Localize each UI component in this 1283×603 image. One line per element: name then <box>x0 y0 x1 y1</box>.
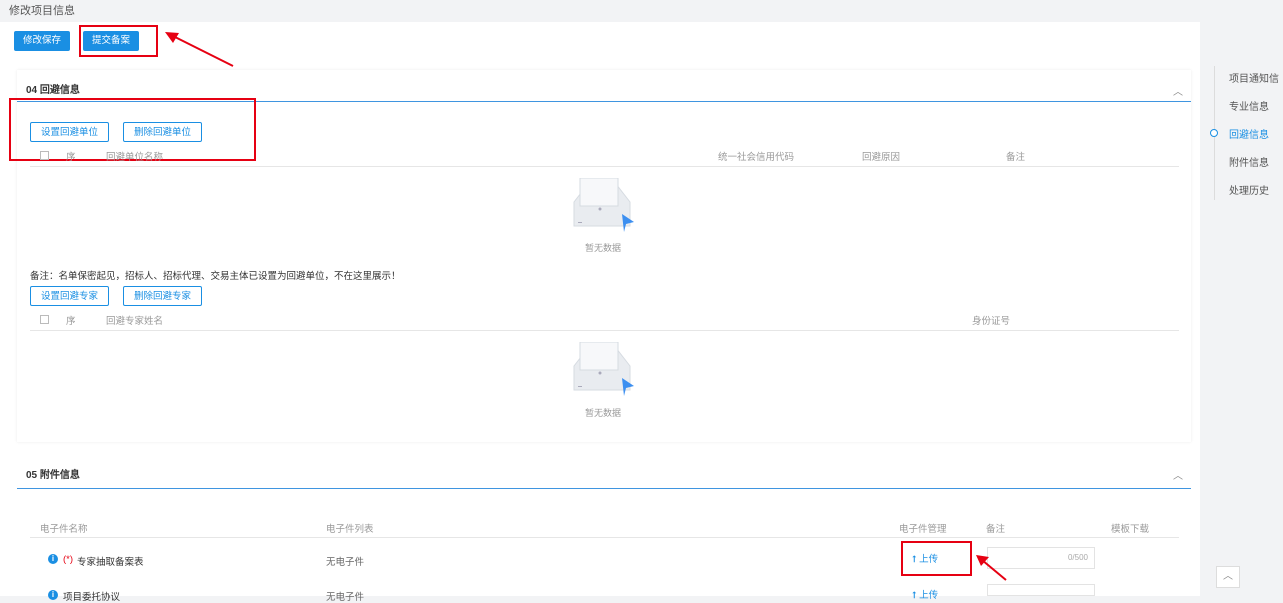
column-header-template: 模板下载 <box>1111 524 1150 535</box>
select-all-checkbox[interactable] <box>40 315 49 324</box>
column-header-file-name: 电子件名称 <box>40 524 88 535</box>
column-header-unit-name: 回避单位名称 <box>106 152 164 163</box>
save-button[interactable]: 修改保存 <box>14 31 71 51</box>
table-header-divider <box>30 166 1179 167</box>
page-title: 修改项目信息 <box>9 5 75 17</box>
delete-avoid-expert-button[interactable]: 删除回避专家 <box>123 286 203 306</box>
column-header-file-manage: 电子件管理 <box>899 524 947 535</box>
chevron-up-icon[interactable]: ︿ <box>1173 467 1183 482</box>
chevron-up-icon: ︿ <box>1223 571 1233 582</box>
empty-inbox-icon <box>573 342 634 396</box>
attachment-list: 无电子件 <box>326 592 365 603</box>
select-all-checkbox[interactable] <box>40 151 49 160</box>
column-header-index: 序 <box>66 316 76 327</box>
section-title-avoid: 04 回避信息 <box>26 85 80 96</box>
column-header-reason: 回避原因 <box>862 152 901 163</box>
upload-button[interactable]: ⭡ 上传 <box>912 587 938 601</box>
anchor-nav-item-major[interactable]: 专业信息 <box>1229 98 1269 113</box>
attachment-name: 专家抽取备案表 <box>77 557 144 568</box>
anchor-nav-item-project-notice[interactable]: 项目通知信 <box>1229 70 1279 85</box>
top-bar: 修改项目信息 <box>0 0 1283 22</box>
avoid-note: 备注：名单保密起见，招标人、招标代理、交易主体已设置为回避单位，不在这里展示！ <box>30 271 401 282</box>
char-counter: 0/500 <box>1067 553 1088 562</box>
empty-text: 暂无数据 <box>585 408 622 418</box>
column-header-remark: 备注 <box>986 524 1006 535</box>
annotation-box-submit <box>79 25 158 57</box>
annotation-box-upload <box>901 541 972 576</box>
column-header-remark: 备注 <box>1006 152 1026 163</box>
empty-text: 暂无数据 <box>585 243 622 253</box>
column-header-file-list: 电子件列表 <box>326 524 374 535</box>
anchor-nav-item-attachments[interactable]: 附件信息 <box>1229 154 1269 169</box>
chevron-up-icon[interactable]: ︿ <box>1173 83 1183 98</box>
empty-inbox-icon <box>573 178 634 232</box>
section-divider <box>17 488 1191 489</box>
info-icon[interactable]: i <box>48 554 58 564</box>
anchor-nav-item-history[interactable]: 处理历史 <box>1229 182 1269 197</box>
set-avoid-expert-button[interactable]: 设置回避专家 <box>30 286 110 306</box>
table-header-divider <box>30 330 1179 331</box>
info-icon[interactable]: i <box>48 590 58 600</box>
section-title-attachments: 05 附件信息 <box>26 470 80 481</box>
annotation-arrow-upload <box>976 555 1007 581</box>
column-header-id-number: 身份证号 <box>972 316 1011 327</box>
anchor-nav-item-avoid[interactable]: 回避信息 <box>1229 126 1269 141</box>
active-indicator-icon <box>1210 129 1218 137</box>
table-header-divider <box>30 537 1179 538</box>
required-marker: (*) <box>63 554 74 565</box>
back-to-top-button[interactable]: ︿ <box>1216 566 1240 588</box>
attachment-list: 无电子件 <box>326 557 365 568</box>
column-header-credit-code: 统一社会信用代码 <box>718 152 795 163</box>
annotation-arrow-submit <box>165 32 234 67</box>
attachment-name: 项目委托协议 <box>63 592 121 603</box>
column-header-expert-name: 回避专家姓名 <box>106 316 164 327</box>
column-header-index: 序 <box>66 152 76 163</box>
remark-input[interactable] <box>987 584 1095 596</box>
anchor-nav: 项目通知信 专业信息 回避信息 附件信息 处理历史 <box>1210 66 1283 200</box>
